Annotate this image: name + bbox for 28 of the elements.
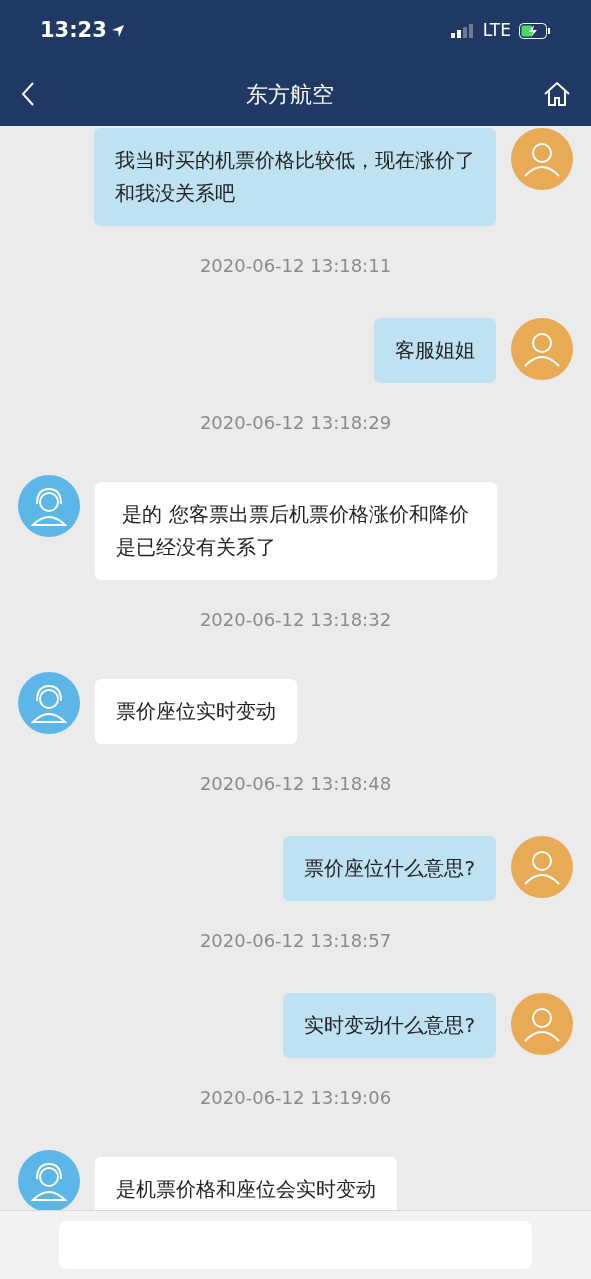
sent-message-bubble: 客服姐姐 [374,318,496,383]
battery-charging-icon [519,23,551,39]
agent-avatar-icon [18,475,80,537]
message-timestamp: 2020-06-12 13:18:29 [199,411,392,435]
location-arrow-icon [110,24,125,38]
status-time: 13:23 [40,17,107,45]
user-avatar-icon [511,128,573,190]
received-message-bubble: 票价座位实时变动 [95,679,297,744]
agent-avatar-icon [18,1150,80,1210]
received-message-bubble: 是的 您客票出票后机票价格涨价和降价是已经没有关系了 [95,482,497,580]
user-avatar-icon [511,318,573,380]
user-avatar-icon [511,993,573,1055]
nav-title: 东方航空 [245,80,334,109]
agent-avatar-icon [18,672,80,734]
message-timestamp: 2020-06-12 13:19:06 [199,1086,392,1110]
user-avatar-icon [511,836,573,898]
message-timestamp: 2020-06-12 13:18:57 [199,929,392,953]
message-timestamp: 2020-06-12 13:18:32 [199,608,392,632]
signal-icon [450,24,475,38]
back-icon[interactable] [20,81,36,107]
message-timestamp: 2020-06-12 13:18:11 [199,254,392,278]
home-icon[interactable] [543,80,571,108]
received-message-bubble: 是机票价格和座位会实时变动 [95,1157,397,1210]
message-timestamp: 2020-06-12 13:18:48 [199,772,392,796]
network-label: LTE [482,19,511,43]
sent-message-bubble: 票价座位什么意思? [283,836,496,901]
sent-message-bubble: 实时变动什么意思? [283,993,496,1058]
sent-message-bubble: 我当时买的机票价格比较低，现在涨价了和我没关系吧 [94,128,496,226]
